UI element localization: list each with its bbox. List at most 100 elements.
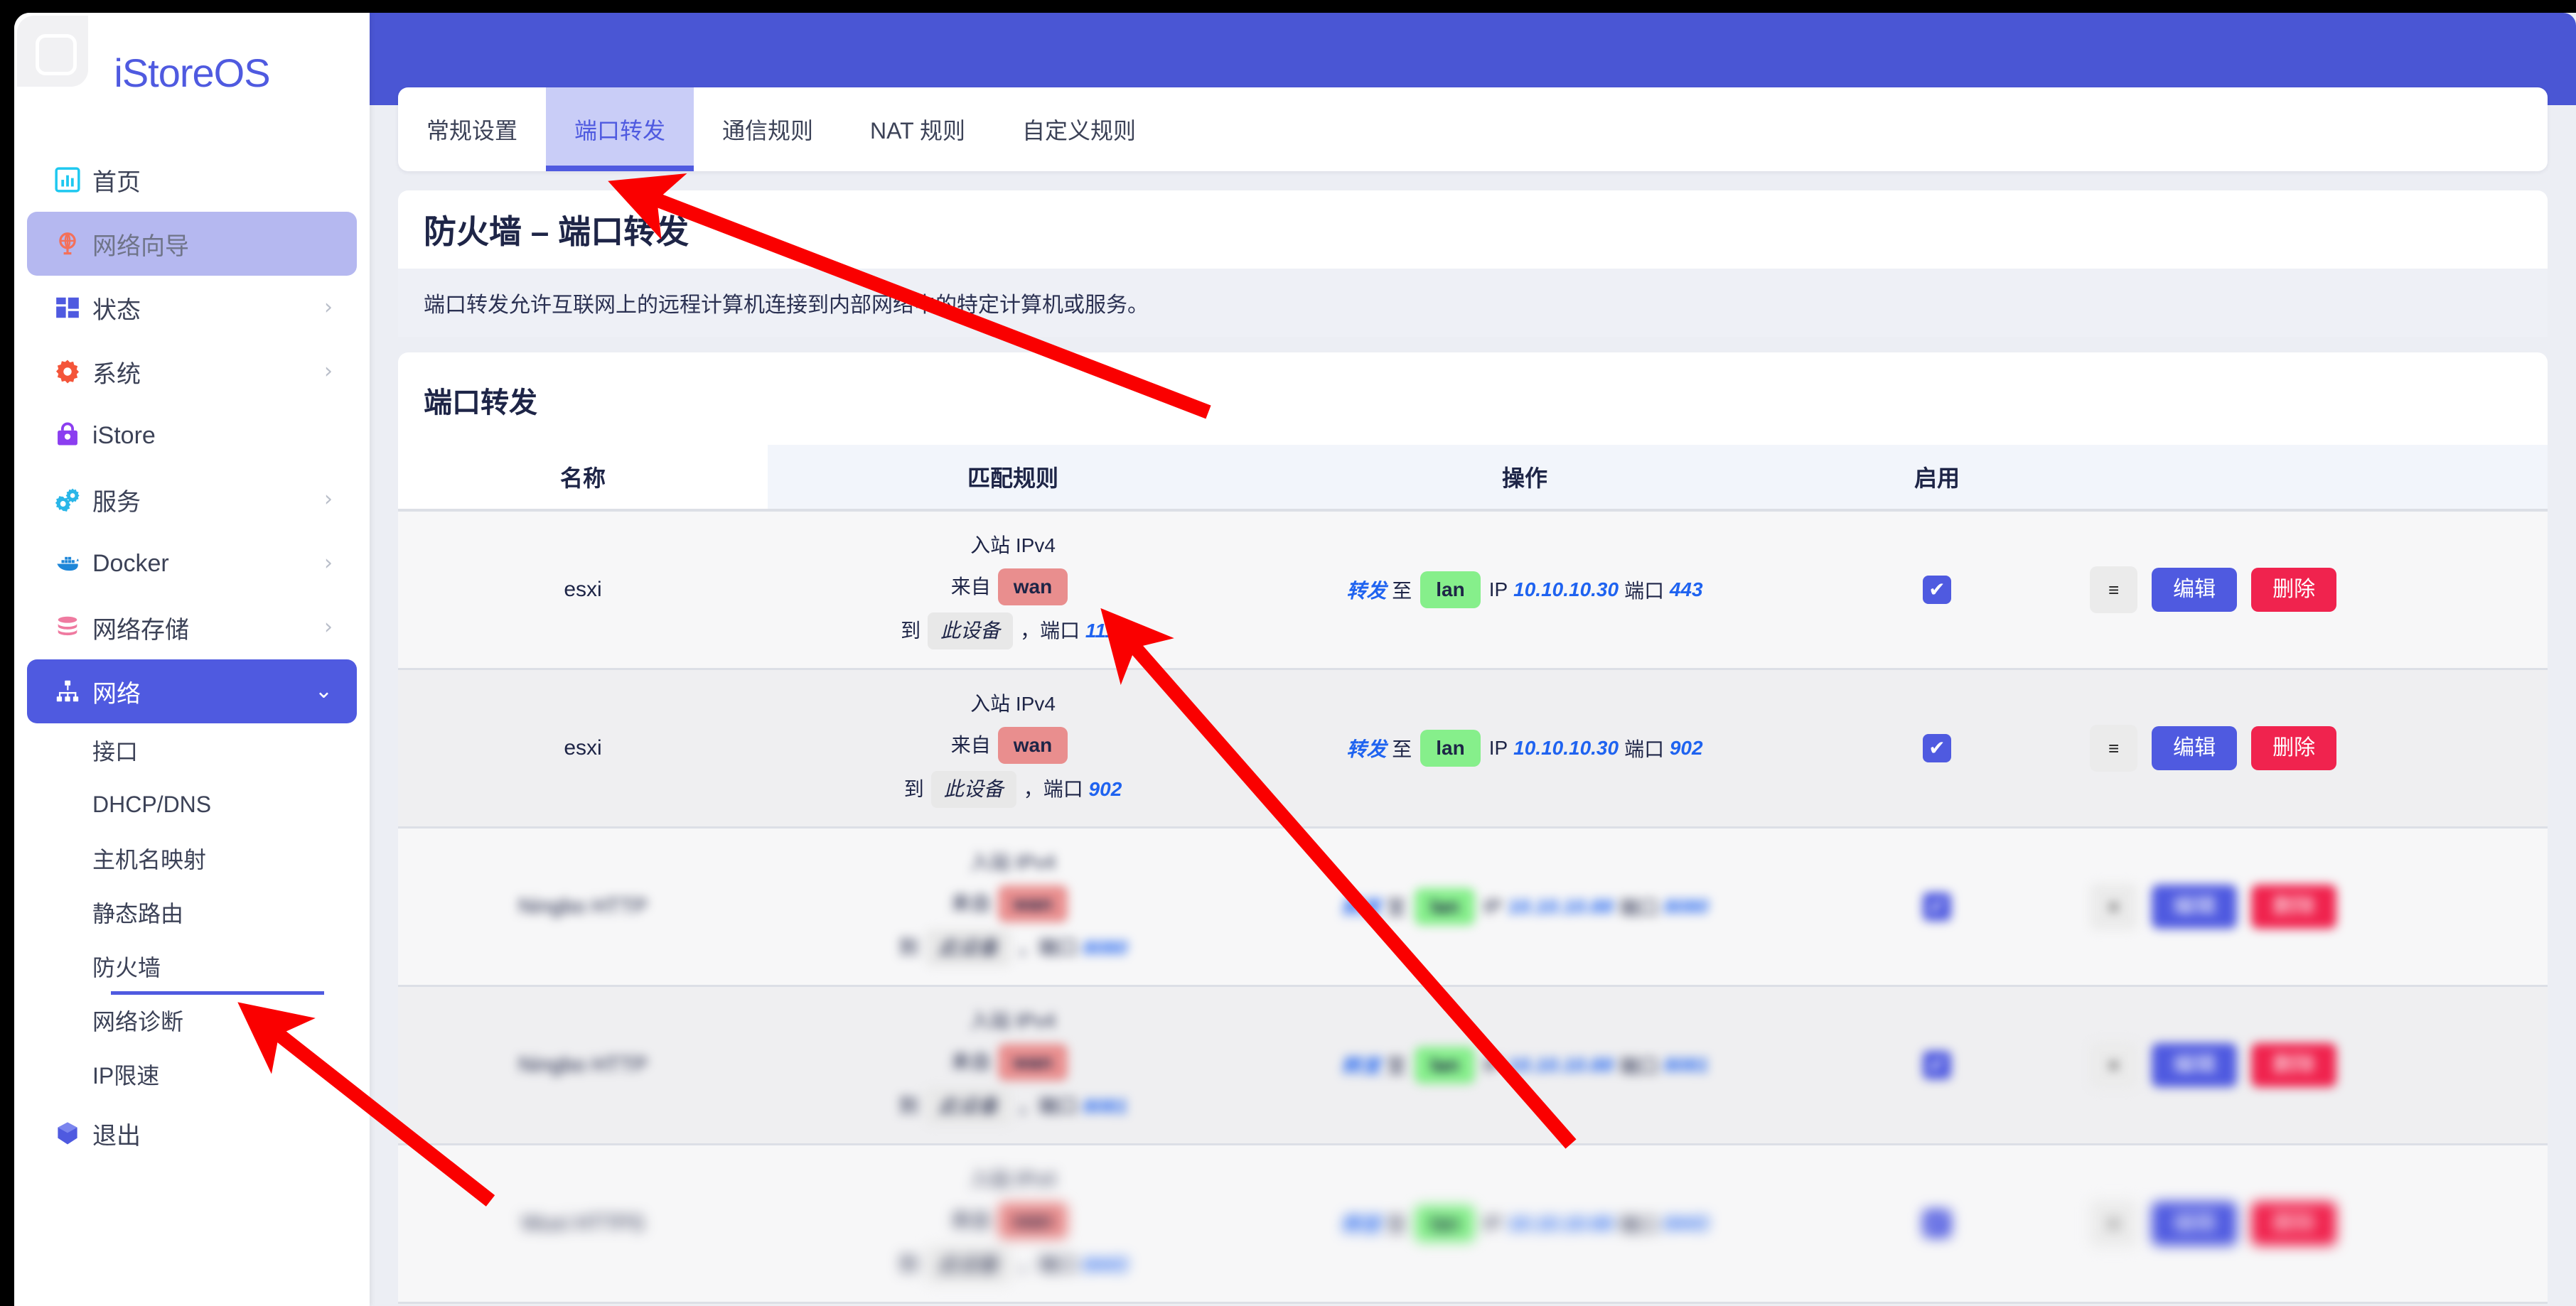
delete-button[interactable]: 删除 xyxy=(2251,726,2337,770)
edit-button[interactable]: 编辑 xyxy=(2152,726,2238,770)
port-label: ，端口 xyxy=(1017,1095,1083,1117)
this-device-chip: 此设备 xyxy=(928,612,1014,649)
enable-checkbox[interactable]: ✔ xyxy=(1923,734,1951,762)
cell-name: Ningbo HTTP xyxy=(398,986,768,1145)
enable-checkbox[interactable]: ✔ xyxy=(1923,576,1951,604)
drag-handle-icon[interactable]: ≡ xyxy=(2090,1042,2138,1089)
sidebar-subitem-interfaces[interactable]: 接口 xyxy=(27,723,357,777)
sidebar-item-network[interactable]: 网络 ⌄ xyxy=(27,659,357,723)
edit-button[interactable]: 编辑 xyxy=(2152,1043,2238,1087)
brand-title: iStoreOS xyxy=(114,50,270,95)
page-title: 防火墙 – 端口转发 xyxy=(424,213,689,250)
sidebar: iStoreOS 首页 网络向导 状态 › 系统 › iStore 服务 › D… xyxy=(14,13,370,1306)
delete-button[interactable]: 删除 xyxy=(2251,885,2337,929)
sidebar-item-label: 状态 xyxy=(92,296,141,324)
sidebar-subitem-label: DHCP/DNS xyxy=(92,791,212,817)
sidebar-subitem-label: 主机名映射 xyxy=(92,847,207,873)
sidebar-item-label: 网络 xyxy=(92,680,141,708)
this-device-chip: 此设备 xyxy=(925,1088,1011,1125)
drag-handle-icon[interactable]: ≡ xyxy=(2090,1200,2138,1247)
rule-name: Wuxi HTTPS xyxy=(521,1211,645,1235)
tab-port-forwarding[interactable]: 端口转发 xyxy=(546,87,694,171)
port-label: ，端口 xyxy=(1017,937,1083,959)
sidebar-item-system[interactable]: 系统 › xyxy=(27,340,357,404)
enable-checkbox[interactable]: ✔ xyxy=(1923,1209,1951,1238)
sidebar-subitem-label: 接口 xyxy=(92,739,139,765)
enable-checkbox[interactable]: ✔ xyxy=(1923,892,1951,921)
sidebar-item-services[interactable]: 服务 › xyxy=(27,468,357,531)
forward-ip: 10.10.10.30 xyxy=(1513,737,1619,759)
drag-handle-icon[interactable]: ≡ xyxy=(2090,566,2138,613)
app-window: iStoreOS 首页 网络向导 状态 › 系统 › iStore 服务 › D… xyxy=(14,13,2576,1306)
sidebar-item-network-wizard[interactable]: 网络向导 xyxy=(27,212,357,276)
sidebar-subitem-label: 防火墙 xyxy=(92,955,161,981)
sidebar-item-istore[interactable]: iStore xyxy=(27,404,357,468)
row-button-group: ≡ 编辑 删除 xyxy=(2083,725,2548,772)
chevron-right-icon: › xyxy=(324,359,333,384)
sidebar-subitem-firewall[interactable]: 防火墙 xyxy=(27,939,357,995)
sidebar-subitem-network-diagnostics[interactable]: 网络诊断 xyxy=(27,993,357,1047)
edit-button[interactable]: 编辑 xyxy=(2152,1202,2238,1246)
cell-row-buttons: ≡ 编辑删除 xyxy=(2083,510,2548,669)
ip-label: IP xyxy=(1483,1054,1503,1076)
sidebar-item-docker[interactable]: Docker › xyxy=(27,531,357,595)
from-label: 来自 xyxy=(950,734,991,756)
action-desc: 转发 至 lan IP 10.10.10.66 端口 8443 xyxy=(1258,1205,1791,1242)
to-dest-label: 至 xyxy=(1380,1055,1407,1077)
sidebar-subitem-static-routes[interactable]: 静态路由 xyxy=(27,885,357,939)
sidebar-item-network-storage[interactable]: 网络存储 › xyxy=(27,595,357,659)
edit-button[interactable]: 编辑 xyxy=(2152,568,2238,612)
rule-name: esxi xyxy=(564,578,602,601)
sidebar-item-home[interactable]: 首页 xyxy=(27,148,357,212)
tab-label: NAT 规则 xyxy=(870,118,965,144)
sidebar-item-label: 系统 xyxy=(92,360,141,388)
match-dest: 到此设备 ，端口 8080 xyxy=(768,929,1258,966)
from-label: 来自 xyxy=(950,892,991,914)
ip-label: IP xyxy=(1488,578,1508,600)
zone-chip-lan: lan xyxy=(1415,888,1475,925)
rule-name: Ningbo HTTP xyxy=(518,1053,648,1076)
cell-row-buttons: ≡ 编辑删除 xyxy=(2083,669,2548,828)
sitemap-icon xyxy=(54,678,92,705)
gear-icon xyxy=(54,358,92,385)
tab-general-settings[interactable]: 常规设置 xyxy=(398,87,546,171)
to-label: 到 xyxy=(898,1095,918,1117)
delete-button[interactable]: 删除 xyxy=(2251,1202,2337,1246)
ip-label: IP xyxy=(1488,737,1508,759)
sidebar-item-label: 服务 xyxy=(92,488,141,516)
match-dest: 到此设备 ，端口 8443 xyxy=(768,1246,1258,1283)
delete-button[interactable]: 删除 xyxy=(2251,1043,2337,1087)
to-dest-label: 至 xyxy=(1386,580,1412,602)
tab-bar: 常规设置 端口转发 通信规则 NAT 规则 自定义规则 xyxy=(398,87,2548,171)
sidebar-subitem-dhcp-dns[interactable]: DHCP/DNS xyxy=(27,777,357,831)
edit-button[interactable]: 编辑 xyxy=(2152,885,2238,929)
sidebar-subitem-ip-rate-limit[interactable]: IP限速 xyxy=(27,1047,357,1101)
sidebar-subitem-hostnames[interactable]: 主机名映射 xyxy=(27,831,357,885)
sidebar-item-label: Docker xyxy=(92,549,169,577)
source-port: 8080 xyxy=(1083,937,1128,959)
cell-enable: ✔ xyxy=(1791,1144,2083,1303)
drag-handle-icon[interactable]: ≡ xyxy=(2090,883,2138,930)
forward-ip: 10.10.10.88 xyxy=(1508,1054,1614,1076)
delete-button[interactable]: 删除 xyxy=(2251,568,2337,612)
sidebar-item-status[interactable]: 状态 › xyxy=(27,276,357,340)
port-label: 端口 xyxy=(1619,1055,1665,1077)
forward-ip: 10.10.10.66 xyxy=(1508,1212,1614,1234)
port-label: ，端口 xyxy=(1020,620,1085,642)
table-row: Wuxi HTTPS 入站 IPv4 来自 wan 到此设备 ，端口 8443 转发 至 la… xyxy=(398,1144,2548,1303)
tab-nat-rules[interactable]: NAT 规则 xyxy=(842,87,994,171)
tab-label: 通信规则 xyxy=(722,118,814,144)
tab-label: 自定义规则 xyxy=(1022,118,1137,144)
cell-match-rule: 入站 IPv4来自wan到此设备，端口 3389 xyxy=(768,1302,1258,1305)
forward-label: 转发 xyxy=(1346,738,1387,760)
drag-handle-icon[interactable]: ≡ xyxy=(2090,725,2138,772)
sidebar-item-logout[interactable]: 退出 xyxy=(27,1101,357,1165)
row-button-group: ≡ 编辑 删除 xyxy=(2083,1042,2548,1089)
tab-traffic-rules[interactable]: 通信规则 xyxy=(694,87,842,171)
enable-checkbox[interactable]: ✔ xyxy=(1923,1051,1951,1079)
table-header-row: 名称 匹配规则 操作 启用 xyxy=(398,445,2548,512)
tab-custom-rules[interactable]: 自定义规则 xyxy=(994,87,1164,171)
port-label: ，端口 xyxy=(1017,1253,1083,1275)
cell-enable: ✔ xyxy=(1791,986,2083,1145)
col-header-action: 操作 xyxy=(1258,445,1791,512)
